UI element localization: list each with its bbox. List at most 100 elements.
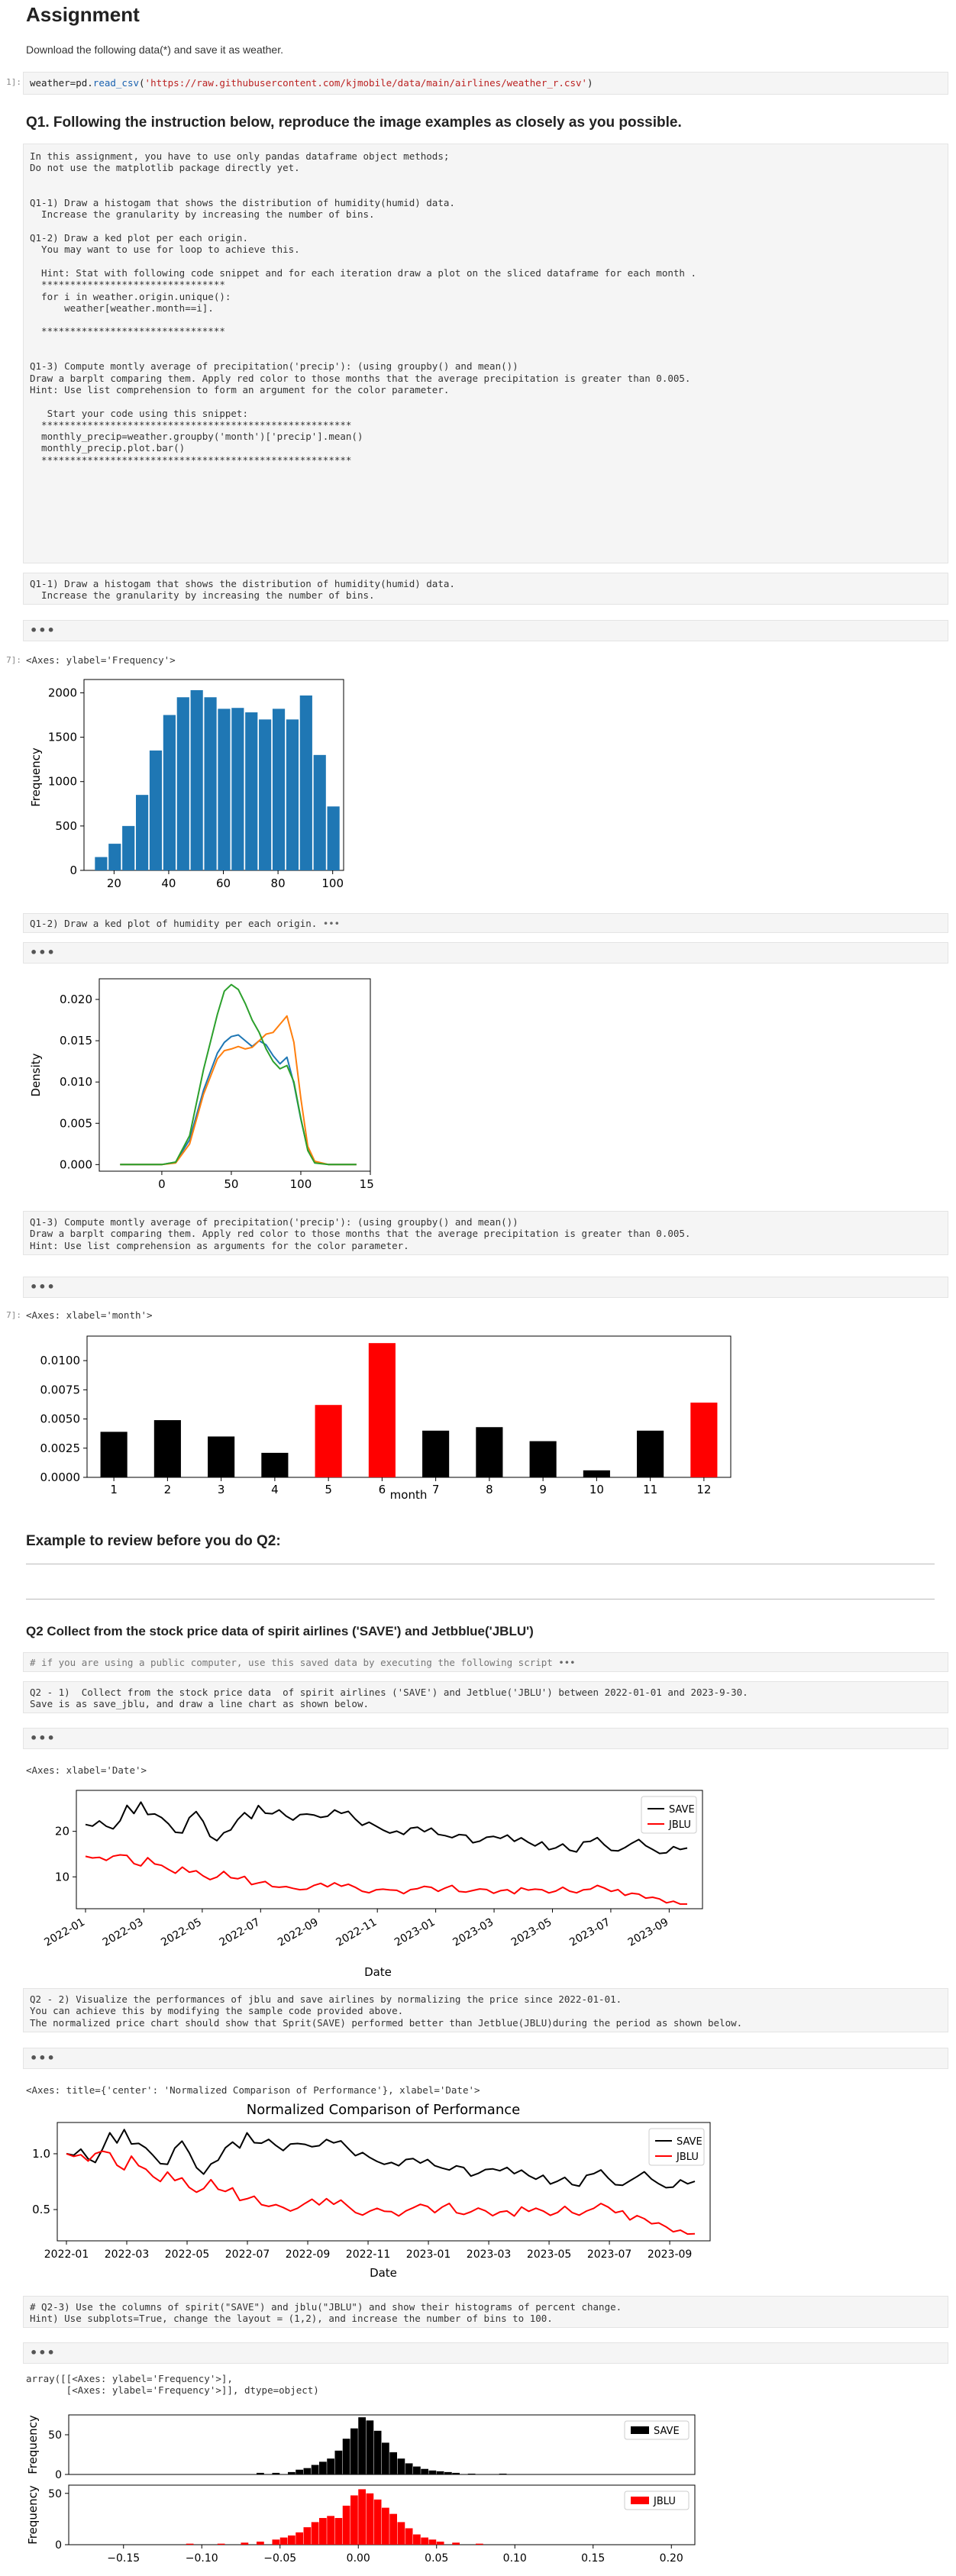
histogram-bar (358, 2489, 366, 2545)
stock-price-chart: Date 10 20 SAVE JBLU 2022-01 2022-03 2022-05 20… (42, 1790, 703, 1979)
y-tick-label: 0.015 (60, 1034, 92, 1048)
y-tick-label: 0.0075 (40, 1383, 81, 1396)
histogram-bar (186, 2543, 194, 2545)
cell-prompt: 7]: (6, 655, 21, 665)
q1-heading: Q1. Following the instruction below, rep… (26, 115, 682, 131)
q2-heading: Q2 Collect from the stock price data of … (26, 1624, 534, 1638)
collapsed-cell-button[interactable]: ••• (23, 1277, 948, 1298)
x-tick-label: 0.15 (581, 2552, 605, 2565)
histogram-bar (190, 689, 203, 870)
x-tick-label: 40 (161, 876, 176, 890)
histogram-bar (413, 2466, 421, 2474)
histogram-bar (327, 2516, 334, 2545)
x-tick-label: 2023-03 (451, 1916, 496, 1949)
histogram-bar (397, 2458, 405, 2474)
y-tick-label: 1.0 (32, 2147, 50, 2161)
histogram-bar (366, 2420, 374, 2474)
ellipsis-icon[interactable]: ••• (323, 918, 340, 929)
q1-1-markdown-cell[interactable]: Q1-1) Draw a histogam that shows the dis… (23, 573, 948, 605)
collapsed-cell-button[interactable]: ••• (23, 1728, 948, 1749)
pct-change-histograms-chart: Frequency Frequency 0 50 SAVE 0 50 JBLU −0.15 −… (26, 2414, 696, 2565)
x-tick-label: 6 (379, 1483, 386, 1496)
x-tick-label: 80 (271, 876, 286, 890)
x-tick-label: 2022-09 (286, 2248, 331, 2261)
code-url-string: 'https://raw.githubusercontent.com/kjmob… (144, 77, 588, 89)
q1-2-markdown-cell[interactable]: Q1-2) Draw a ked plot of humidity per ea… (23, 913, 948, 933)
histogram-bar (421, 2468, 428, 2474)
x-tick-label: 2022-09 (276, 1916, 321, 1949)
x-tick-label: 3 (218, 1483, 225, 1496)
histogram-bar (279, 2537, 288, 2545)
y-tick-label: 0.005 (60, 1116, 92, 1130)
collapsed-cell-button[interactable]: ••• (23, 2048, 948, 2069)
x-tick-label: 2023-07 (567, 1916, 612, 1949)
normalized-performance-chart: Normalized Comparison of Performance Dat… (32, 2102, 711, 2280)
q1-instructions-cell[interactable]: In this assignment, you have to use only… (23, 144, 948, 563)
histogram-bar (436, 2541, 444, 2545)
x-axis-label: Date (364, 1965, 392, 1979)
q2-1-output-text: <Axes: xlabel='Date'> (26, 1764, 147, 1776)
x-tick-label: 2022-05 (159, 1916, 204, 1949)
x-tick-label: 2023-09 (626, 1916, 671, 1949)
kde-line (120, 1034, 357, 1166)
y-tick-label: 0.5 (32, 2203, 50, 2216)
y-tick-label: 0.0000 (40, 1470, 81, 1484)
histogram-bar (217, 2543, 225, 2545)
legend-label: SAVE (677, 2136, 702, 2148)
x-tick-label: 2022-01 (44, 2248, 89, 2261)
cell-prompt: 7]: (6, 1310, 21, 1320)
histogram-bar (382, 2507, 389, 2545)
histogram-bar (257, 2541, 264, 2545)
month-bar (690, 1403, 718, 1477)
kde-line (120, 983, 357, 1166)
histogram-bar (389, 2452, 397, 2474)
q2-note-cell[interactable]: # if you are using a public computer, us… (23, 1652, 948, 1672)
x-tick-label: 60 (216, 876, 231, 890)
code-cell-download[interactable]: weather=pd.read_csv('https://raw.githubu… (23, 72, 948, 95)
histogram-bar (288, 2535, 296, 2545)
histogram-bar (319, 2461, 327, 2474)
q2-1-markdown-cell[interactable]: Q2 - 1) Collect from the stock price dat… (23, 1681, 948, 1713)
collapsed-cell-button[interactable]: ••• (23, 2342, 948, 2364)
jblu-y-axis-label: Frequency (26, 2485, 40, 2545)
x-tick-label: 4 (271, 1483, 279, 1496)
histogram-bar (286, 719, 299, 870)
x-tick-label: 2022-11 (334, 1916, 379, 1949)
histogram-bar (436, 2471, 444, 2474)
y-tick-label: 0.0100 (40, 1354, 81, 1367)
histogram-bar (405, 2463, 413, 2474)
q1-3-markdown-cell[interactable]: Q1-3) Compute montly average of precipit… (23, 1211, 948, 1255)
x-tick-label: 20 (107, 876, 121, 890)
intro-text: Download the following data(*) and save … (26, 44, 283, 56)
histogram-bar (259, 719, 272, 870)
x-tick-label: 2023-01 (392, 1916, 438, 1949)
y-tick-label: 2000 (48, 686, 77, 699)
kde-line (120, 1015, 357, 1166)
monthly-precip-chart: month 1 2 3 4 5 6 7 8 9 10 11 120.00000.00250.00500… (40, 1335, 732, 1502)
histogram-bar (108, 844, 121, 870)
collapsed-cell-button[interactable]: ••• (23, 942, 948, 964)
histogram-bar (397, 2522, 405, 2545)
histogram-bar (373, 2499, 382, 2545)
x-tick-label: 2022-05 (165, 2248, 210, 2261)
q2-3-markdown-cell[interactable]: # Q2-3) Use the columns of spirit("SAVE"… (23, 2296, 948, 2328)
series-line (85, 1801, 688, 1855)
histogram-bar (313, 754, 326, 870)
histogram-bar (288, 2471, 296, 2474)
q2-2-markdown-cell[interactable]: Q2 - 2) Visualize the performances of jb… (23, 1988, 948, 2032)
ellipsis-icon[interactable]: ••• (558, 1657, 575, 1668)
histogram-bar (272, 709, 286, 870)
x-tick-label: 0 (158, 1177, 166, 1191)
x-tick-label: 2022-03 (101, 1916, 146, 1949)
x-tick-label: 0.00 (347, 2552, 370, 2565)
histogram-bar (296, 2469, 303, 2474)
x-tick-label: 100 (290, 1177, 312, 1191)
collapsed-cell-button[interactable]: ••• (23, 620, 948, 641)
y-tick-label: 0.020 (60, 993, 92, 1006)
histogram-bar (296, 2532, 303, 2545)
histogram-bar (428, 2539, 437, 2545)
histogram-bar (257, 2472, 264, 2474)
histogram-bar (452, 2542, 460, 2545)
page-title: Assignment (26, 3, 140, 26)
histogram-bar (334, 2450, 343, 2474)
